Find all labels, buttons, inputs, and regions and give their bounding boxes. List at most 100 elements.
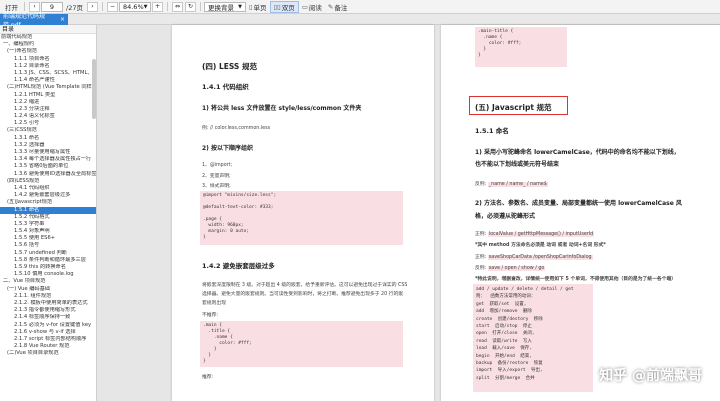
outline-item[interactable]: 1.5.1 命名 (0, 206, 96, 214)
outline-item[interactable]: 1.5.6 括号 (0, 242, 96, 249)
outline-item[interactable]: 1.3.4 每个选择器及属性独占一行 (0, 156, 96, 163)
outline-item[interactable]: 1.2.5 引号 (0, 120, 96, 127)
double-page-button[interactable]: ▯▯ 双页 (269, 0, 299, 13)
zoom-select[interactable]: 84.6% ▼ (118, 1, 151, 12)
bad-label: 不推荐: (202, 313, 219, 318)
chevron-down-icon: ▼ (143, 3, 148, 10)
outline-item[interactable]: 2.1.5 必须为 v-for 设置键值 key (0, 322, 96, 329)
outline-item[interactable]: 1.1.3 JS、CSS、SCSS、HTML、P (0, 70, 96, 77)
scrollbar[interactable] (92, 59, 96, 119)
outline-item[interactable]: (一) Vue 编码基础 (0, 286, 96, 293)
example-line: 反例: save / open / show / go (475, 266, 546, 271)
outline-item[interactable]: 2.1.6 v-show 与 v-if 选择 (0, 329, 96, 336)
outline-item[interactable]: 1.5.4 对象声明 (0, 228, 96, 235)
outline-item[interactable]: 1.5.8 条件判断和循环最多三层 (0, 257, 96, 264)
next-page-button[interactable]: › (86, 1, 98, 12)
outline-item[interactable]: 1.5.2 代码格式 (0, 214, 96, 221)
outline-item[interactable]: 2.1.3 指令都使用缩写形式 (0, 307, 96, 314)
order-item: 2、变量声明; (202, 174, 231, 179)
outline-item[interactable]: 2.1.2. 模板中使用简单的表达式 (0, 300, 96, 307)
zoom-in-button[interactable]: + (151, 1, 163, 12)
outline-item[interactable]: 1.1.2 目录命名 (0, 63, 96, 70)
outline-item[interactable]: 1.5.7 undefined 判断 (0, 250, 96, 257)
outline-item[interactable]: 1.3.6 避免使用ID选择器及全局标签 (0, 171, 96, 178)
toolbar-divider (166, 2, 168, 11)
fit-width-icon[interactable]: ⇔ (171, 1, 183, 12)
rotate-icon[interactable]: ↻ (184, 1, 196, 12)
outline-item[interactable]: 1.3.1 命名 (0, 135, 96, 142)
rule-heading: 格，必须遵从驼峰形式 (475, 213, 536, 220)
code-block: .main-title { .name { color: #fff; } } (475, 27, 567, 67)
pdf-page-right: .main-title { .name { color: #fff; } } (… (441, 25, 720, 401)
outline-item[interactable]: 2.1.7 script 标签内部结构顺序 (0, 336, 96, 343)
outline-item[interactable]: 1.2.2 缩进 (0, 99, 96, 106)
subsection-title: 1.4.2 避免嵌套层级过多 (202, 262, 275, 270)
outline-item[interactable]: 1.5.5 使用 ES6+ (0, 235, 96, 242)
total-pages-label: /27页 (66, 3, 83, 12)
chevron-down-icon: ▼ (238, 3, 242, 10)
watermark: 知乎 @前端飘哥 (599, 368, 702, 384)
single-page-icon: ▯ (248, 2, 253, 11)
outline-item[interactable]: (一)命名规范 (0, 48, 96, 55)
background-select[interactable]: 更换背景 ▼ (203, 1, 246, 12)
outline-item[interactable]: 1.2.4 语义化标签 (0, 113, 96, 120)
rule-heading: 1) 将公共 less 文件放置在 style/less/common 文件夹 (202, 105, 362, 112)
rule-heading: 2) 按以下顺序组织 (202, 145, 254, 152)
note-icon: ✎ (327, 2, 334, 11)
code-block: .main { .title { .name { color: #fff; } … (200, 321, 403, 367)
note-button[interactable]: ✎ 备注 (325, 1, 350, 13)
example-line: 反例: _name / name_ / name$ (475, 182, 548, 187)
note-line: *其中 method 方法命名必须是 动词 或者 动词+名词 形式* (475, 243, 606, 248)
order-item: 3、样式声明; (202, 184, 231, 189)
toolbar-divider (101, 2, 103, 11)
outline-item[interactable]: 2.1.8 Vue Router 规范 (0, 343, 96, 350)
outline-item[interactable]: (五)Javascript规范 (0, 199, 96, 206)
outline-item[interactable]: 1.4.1 代码组织 (0, 185, 96, 192)
outline-item[interactable]: 1.3.3 尽量使用缩写属性 (0, 149, 96, 156)
outline-item[interactable]: 1.3.2 选择器 (0, 142, 96, 149)
example-text: 例: // color.less,common.less (202, 126, 271, 131)
good-label: 推荐: (202, 375, 214, 380)
read-mode-button[interactable]: ▭ 阅读 (299, 1, 325, 13)
outline-item[interactable]: (四)LESS规范 (0, 178, 96, 185)
outline-item[interactable]: 1.5.9 this 的转换命名 (0, 264, 96, 271)
book-icon: ▭ (301, 2, 308, 11)
pdf-page-left: (四) LESS 规范 1.4.1 代码组织 1) 将公共 less 文件放置在… (172, 25, 434, 401)
rule-heading: 1) 采用小写驼峰命名 lowerCamelCase，代码中的命名均不能以下划线… (475, 149, 680, 156)
example-line: 正例: localValue / getHttpMessage() / inpu… (475, 232, 595, 237)
subsection-title: 1.5.1 命名 (475, 127, 509, 135)
toolbar-divider (199, 2, 201, 11)
outline-item[interactable]: 1.5.10 慎用 console.log (0, 271, 96, 278)
outline-item[interactable]: 1.1.4 命名严谨性 (0, 77, 96, 84)
outline-item[interactable]: 1.2.1 HTML 类型 (0, 92, 96, 99)
rule-heading: 也不能以下划线或美元符号结束 (475, 161, 560, 168)
order-item: 1、@import; (202, 163, 233, 168)
outline-item[interactable]: 前端代码规范 (0, 34, 96, 41)
outline-item[interactable]: 一、编程规约 (0, 41, 96, 48)
outline-item[interactable]: 二、Vue 项目规范 (0, 278, 96, 285)
paragraph-line: 套规则出现 (202, 301, 226, 306)
code-block: add / update / delete / detail / get 附： … (473, 284, 593, 392)
outline-item[interactable]: 1.1.1 项目命名 (0, 56, 96, 63)
rule-heading: 2) 方法名、参数名、成员变量、局部变量都统一使用 lowerCamelCase… (475, 200, 682, 207)
paragraph-line: 将嵌套深度限制在 3 级。对于超出 4 级的嵌套，给予重新评估。这可以避免出现过… (202, 283, 407, 288)
outline-item[interactable]: (三)CSS规范 (0, 127, 96, 134)
double-page-icon: ▯▯ (273, 2, 281, 11)
outline-item[interactable]: 1.5.3 字符串 (0, 221, 96, 228)
outline-item[interactable]: 2.1.1. 组件规范 (0, 293, 96, 300)
section-title: (四) LESS 规范 (202, 62, 257, 71)
outline-item[interactable]: 1.4.2 避免嵌套层级过多 (0, 192, 96, 199)
zoom-out-button[interactable]: − (106, 1, 118, 12)
close-icon[interactable]: × (60, 16, 65, 23)
single-page-button[interactable]: ▯ 单页 (246, 1, 270, 13)
outline-item[interactable]: (二)Vue 项目目录规范 (0, 350, 96, 357)
outline-item[interactable]: 1.3.5 省略0后面的单位 (0, 163, 96, 170)
tab-strip: 前端规范代码规范.pdf × (0, 13, 720, 29)
document-tab[interactable]: 前端规范代码规范.pdf × (0, 13, 68, 29)
note-line: *特此说明，增删查改，详情统一使用如下 5 个单词，不得使用其他（目的是为了统一… (475, 277, 677, 282)
outline-item[interactable]: 2.1.4 标签顺序保持一致 (0, 314, 96, 321)
sidebar-header: 目录 (0, 25, 96, 34)
example-line: 正例: saveShopCarData /openShopCarInfoDial… (475, 255, 593, 260)
outline-item[interactable]: (二)HTML规范 (Vue Template 同样 (0, 84, 96, 91)
outline-item[interactable]: 1.2.3 分块注释 (0, 106, 96, 113)
